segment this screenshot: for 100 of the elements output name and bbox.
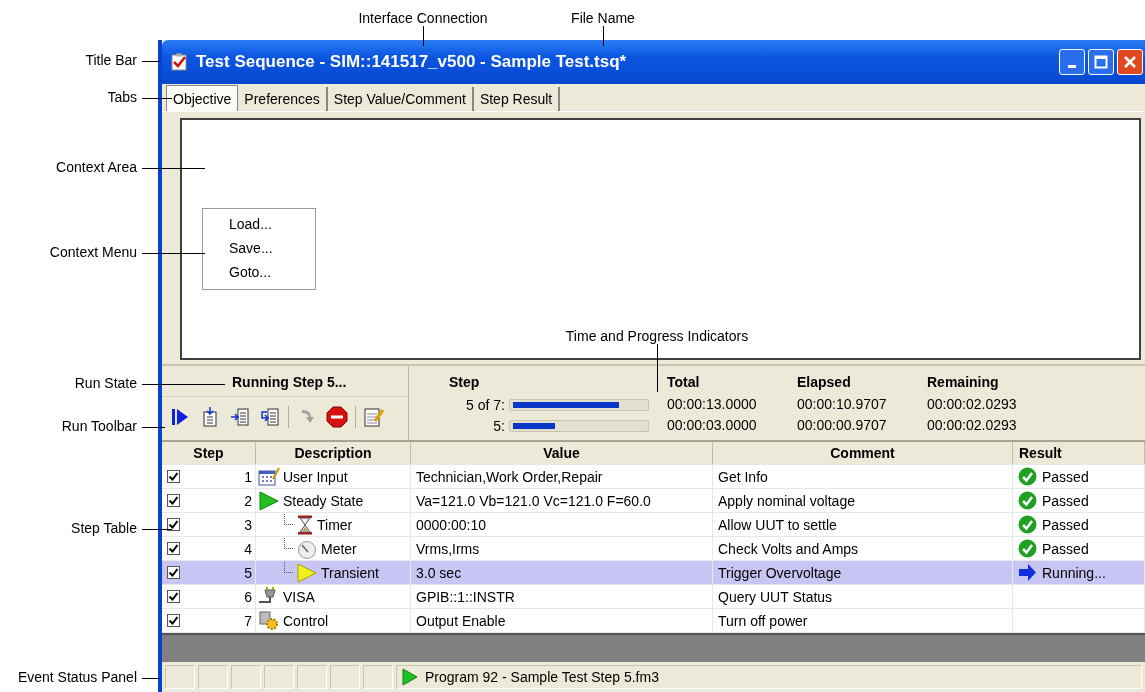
check-icon <box>1018 539 1037 558</box>
check-icon <box>1018 467 1037 486</box>
leader-line <box>657 344 658 392</box>
table-row[interactable]: 4 Meter Vrms,Irms Check Volts and Amps Passed <box>162 537 1145 561</box>
status-panel-cell <box>297 665 327 689</box>
check-icon <box>1018 491 1037 510</box>
checkbox[interactable] <box>167 494 180 507</box>
step-over-button[interactable] <box>228 405 252 429</box>
leader-line <box>142 678 160 679</box>
step-number: 4 <box>244 540 252 557</box>
table-cell: Apply nominal voltage <box>713 489 1013 512</box>
column-header[interactable]: Step <box>162 442 256 464</box>
menu-item[interactable]: Load... <box>203 213 315 237</box>
callout-label: Step Table <box>71 520 137 536</box>
table-cell: Va=121.0 Vb=121.0 Vc=121.0 F=60.0 <box>411 489 713 512</box>
column-header[interactable]: Comment <box>713 442 1013 464</box>
tab[interactable]: Objective <box>166 85 239 111</box>
column-heading: Elapsed <box>797 374 852 392</box>
check-icon <box>1018 515 1037 534</box>
status-panel-cell <box>231 665 261 689</box>
table-cell: Query UUT Status <box>713 585 1013 608</box>
table-row[interactable]: 2 Steady State Va=121.0 Vb=121.0 Vc=121.0 F=60.0 Apply nominal voltage Passed <box>162 489 1145 513</box>
step-description: Transient <box>321 564 379 581</box>
status-panel-cell <box>264 665 294 689</box>
table-row[interactable]: 5 Transient 3.0 sec Trigger Overvoltage Running... <box>162 561 1145 585</box>
table-row[interactable]: 6 VISA GPIB::1::INSTR Query UUT Status <box>162 585 1145 609</box>
menu-item[interactable]: Goto... <box>203 261 315 285</box>
callout-label: Title Bar <box>85 52 137 68</box>
callout-label: Run State <box>74 375 137 391</box>
step-description: Meter <box>321 540 357 557</box>
result-status: Passed <box>1042 492 1089 509</box>
time-value: 00:00:02.0293 <box>927 395 1018 414</box>
clipboard-check-icon <box>170 53 188 71</box>
column-header[interactable]: Result <box>1013 442 1145 464</box>
step-description: User Input <box>283 468 348 485</box>
run-state-label: Running Step 5... <box>232 374 347 392</box>
step-number: 7 <box>244 612 252 629</box>
leader-line <box>142 253 205 254</box>
checkbox[interactable] <box>167 566 180 579</box>
hourglass-icon <box>296 514 314 535</box>
callout-label: Tabs <box>107 89 137 105</box>
result-status: Running... <box>1042 564 1106 581</box>
checkbox[interactable] <box>167 518 180 531</box>
table-cell: Allow UUT to settle <box>713 513 1013 536</box>
table-row[interactable]: 7 Control Output Enable Turn off power <box>162 609 1145 633</box>
step-description: Steady State <box>283 492 364 509</box>
step-description: Control <box>283 612 329 629</box>
table-cell: Vrms,Irms <box>411 537 713 560</box>
arrow-right-icon <box>1018 563 1037 582</box>
table-row[interactable]: 3 Timer 0000:00:10 Allow UUT to settle Passed <box>162 513 1145 537</box>
status-panel-cell <box>165 665 195 689</box>
time-value: 00:00:10.9707 <box>797 395 888 414</box>
table-cell: 3.0 sec <box>411 561 713 584</box>
step-number: 5 <box>244 564 252 581</box>
progress-label: 5 of 7: <box>465 396 505 413</box>
leader-line <box>142 529 172 530</box>
step-number: 2 <box>244 492 252 509</box>
maximize-button[interactable] <box>1088 49 1114 75</box>
form-icon <box>258 466 280 487</box>
close-button[interactable] <box>1117 49 1143 75</box>
callout-label: Context Menu <box>49 244 137 260</box>
close-icon <box>1123 55 1137 69</box>
checkbox[interactable] <box>167 542 180 555</box>
tree-connector <box>284 538 293 549</box>
status-panel-cell <box>330 665 360 689</box>
step-number: 3 <box>244 516 252 533</box>
table-cell: Trigger Overvoltage <box>713 561 1013 584</box>
menu-item[interactable]: Save... <box>203 237 315 261</box>
leader-line <box>423 26 424 46</box>
checkbox[interactable] <box>167 590 180 603</box>
time-value: 00:00:03.0000 <box>667 416 758 435</box>
table-cell: Turn off power <box>713 609 1013 632</box>
notes-button[interactable] <box>362 405 386 429</box>
table-cell: 0000:00:10 <box>411 513 713 536</box>
table-cell: Technician,Work Order,Repair <box>411 465 713 488</box>
table-row[interactable]: 1 User Input Technician,Work Order,Repair Get Info Passed <box>162 465 1145 489</box>
leader-line <box>142 61 160 62</box>
result-status: Passed <box>1042 516 1089 533</box>
tree-connector <box>284 514 293 525</box>
step-description: Timer <box>317 516 353 533</box>
step-number: 6 <box>244 588 252 605</box>
leader-line <box>142 98 172 99</box>
step-description: VISA <box>283 588 315 605</box>
time-value: 00:00:13.0000 <box>667 395 758 414</box>
minimize-icon <box>1068 64 1076 68</box>
table-cell: Output Enable <box>411 609 713 632</box>
minimize-button[interactable] <box>1059 49 1085 75</box>
loop-button[interactable] <box>258 405 282 429</box>
time-value: 00:00:00.9707 <box>797 416 888 435</box>
callout-label: Event Status Panel <box>17 669 137 685</box>
leader-line <box>603 26 604 46</box>
column-header[interactable]: Description <box>256 442 411 464</box>
checkbox[interactable] <box>167 470 180 483</box>
gauge-icon <box>296 538 318 559</box>
checkbox[interactable] <box>167 614 180 627</box>
status-panel-cell <box>363 665 393 689</box>
stop-button[interactable] <box>325 405 349 429</box>
progress-label: 5: <box>492 417 505 434</box>
column-header[interactable]: Value <box>411 442 713 464</box>
maximize-icon <box>1094 55 1108 69</box>
